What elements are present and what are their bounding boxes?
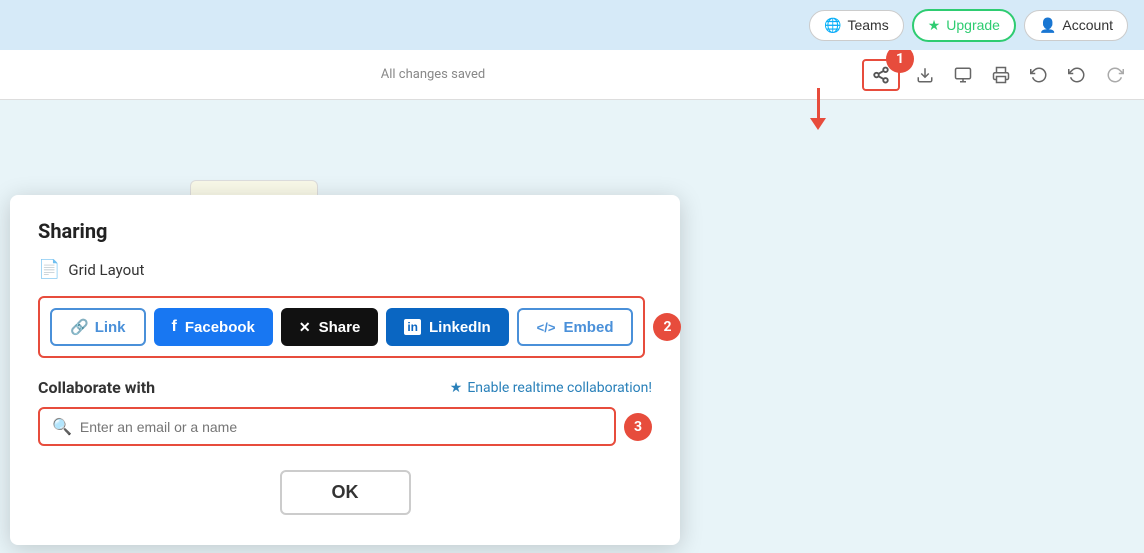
print-icon <box>992 66 1010 84</box>
teams-button[interactable]: 🌐 Teams <box>809 10 904 41</box>
embed-code-icon: </> <box>537 320 556 335</box>
doc-icon: 📄 <box>38 259 60 280</box>
linkedin-button[interactable]: in LinkedIn <box>386 308 508 346</box>
undo-button[interactable] <box>1064 62 1090 88</box>
embed-button[interactable]: </> Embed <box>517 308 634 346</box>
top-nav-bar: 🌐 Teams ★ Upgrade 👤 Account <box>0 0 1144 50</box>
search-input-container: 🔍 <box>38 407 616 446</box>
toolbar: All changes saved 1 <box>0 50 1144 100</box>
collaborator-search-input[interactable] <box>80 419 602 435</box>
screen-icon <box>954 66 972 84</box>
teams-label: Teams <box>847 17 888 33</box>
account-button[interactable]: 👤 Account <box>1024 10 1128 41</box>
modal-footer: OK <box>38 470 652 515</box>
link-button[interactable]: 🔗 Link <box>50 308 146 346</box>
share-icon <box>872 66 890 84</box>
sharing-modal: Sharing 📄 Grid Layout 🔗 Link f Facebook … <box>10 195 680 545</box>
history-button[interactable] <box>1026 62 1052 88</box>
collaborate-title: Collaborate with <box>38 378 155 397</box>
search-icon: 🔍 <box>52 417 72 436</box>
redo-button[interactable] <box>1102 62 1128 88</box>
realtime-link-label: Enable realtime collaboration! <box>467 380 652 396</box>
share-buttons-container: 🔗 Link f Facebook ✕ Share in LinkedIn </… <box>38 296 645 358</box>
undo-icon <box>1068 66 1086 84</box>
upgrade-button[interactable]: ★ Upgrade <box>912 9 1016 42</box>
embed-label: Embed <box>563 319 613 336</box>
linkedin-label: LinkedIn <box>429 319 491 336</box>
modal-doc-row: 📄 Grid Layout <box>38 259 652 280</box>
annotation-arrow-1 <box>810 88 826 130</box>
linkedin-icon: in <box>404 319 421 335</box>
ok-button[interactable]: OK <box>280 470 411 515</box>
facebook-icon: f <box>172 318 177 336</box>
screen-button[interactable] <box>950 62 976 88</box>
ok-label: OK <box>332 482 359 502</box>
facebook-button[interactable]: f Facebook <box>154 308 273 346</box>
account-label: Account <box>1062 17 1113 33</box>
doc-name: Grid Layout <box>68 261 144 279</box>
link-label: Link <box>95 319 126 336</box>
download-button[interactable] <box>912 62 938 88</box>
download-icon <box>916 66 934 84</box>
redo-icon <box>1106 66 1124 84</box>
annotation-badge-3: 3 <box>624 413 652 441</box>
collaborate-header: Collaborate with ★ Enable realtime colla… <box>38 378 652 397</box>
save-status: All changes saved <box>381 67 486 82</box>
star-blue-icon: ★ <box>450 380 463 396</box>
facebook-label: Facebook <box>185 319 255 336</box>
search-badge-row: 🔍 3 <box>38 407 652 446</box>
upgrade-label: Upgrade <box>946 17 1000 33</box>
user-icon: 👤 <box>1039 17 1056 34</box>
annotation-badge-2: 2 <box>653 313 681 341</box>
print-button[interactable] <box>988 62 1014 88</box>
modal-title: Sharing <box>38 219 652 243</box>
link-icon: 🔗 <box>70 318 89 336</box>
x-share-label: Share <box>319 319 361 336</box>
x-share-button[interactable]: ✕ Share <box>281 308 378 346</box>
history-icon <box>1030 66 1048 84</box>
realtime-link[interactable]: ★ Enable realtime collaboration! <box>450 380 652 396</box>
globe-icon: 🌐 <box>824 17 841 34</box>
star-icon: ★ <box>928 17 941 34</box>
x-icon: ✕ <box>299 319 311 336</box>
